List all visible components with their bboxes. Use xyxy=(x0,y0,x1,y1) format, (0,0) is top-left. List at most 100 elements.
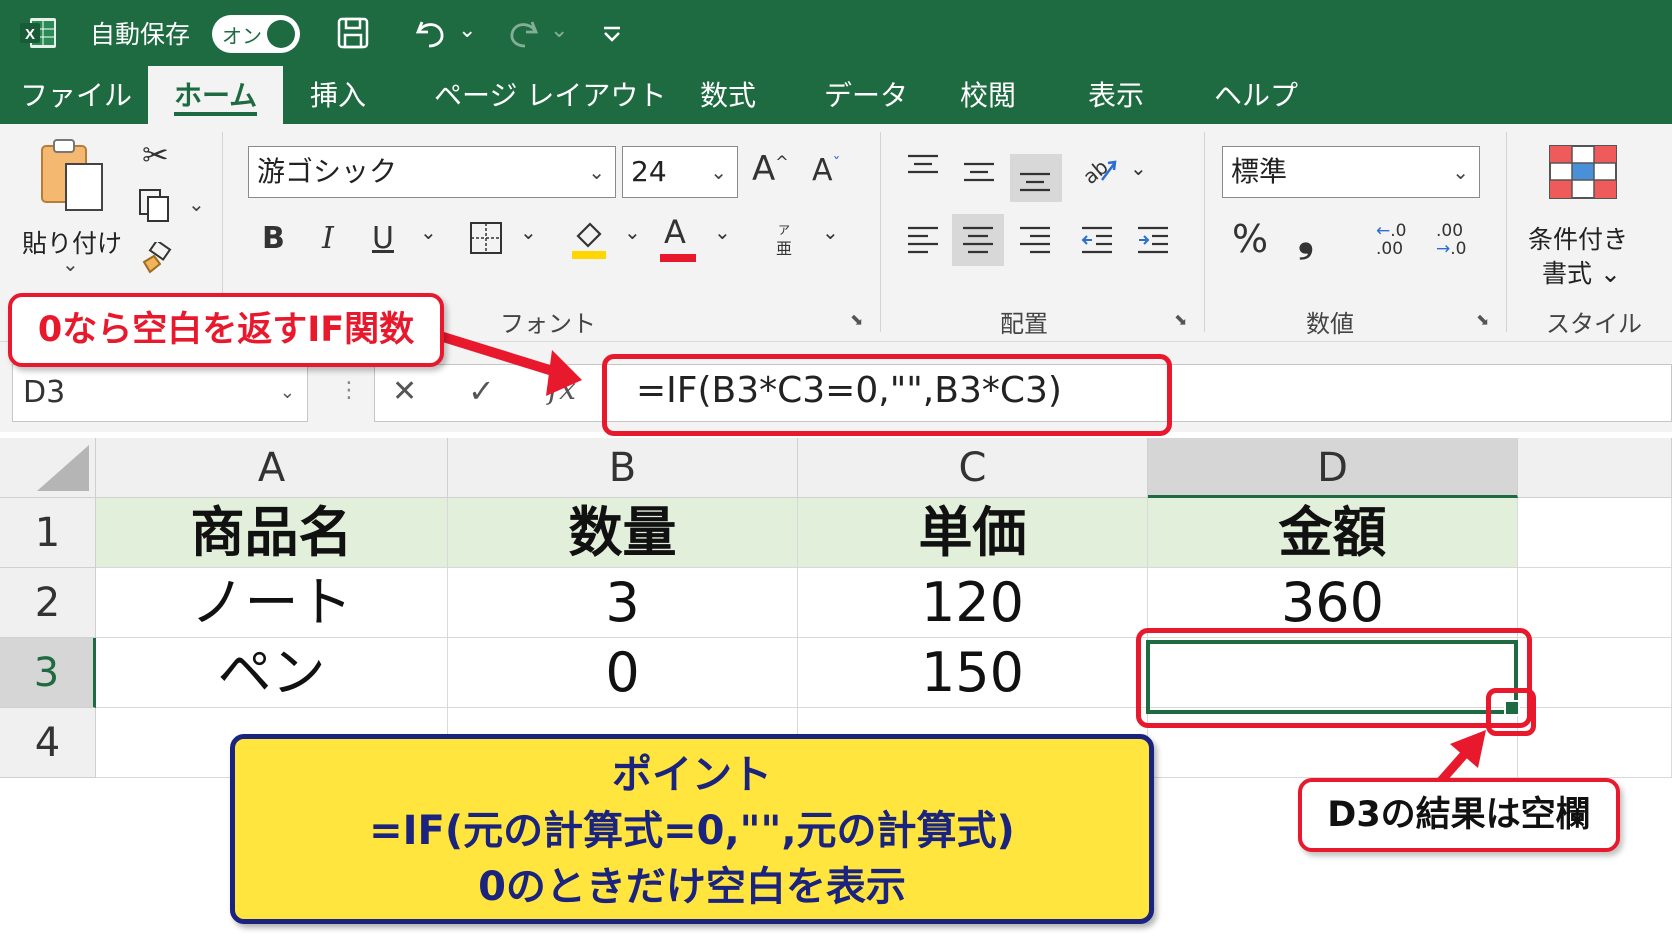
paste-dropdown-icon[interactable]: ⌄ xyxy=(62,252,79,276)
cell-c1[interactable]: 単価 xyxy=(798,498,1148,568)
undo-icon[interactable] xyxy=(414,16,448,50)
align-bottom-icon[interactable] xyxy=(1018,164,1052,196)
cell-e4[interactable] xyxy=(1518,708,1672,778)
italic-button[interactable]: I xyxy=(322,224,334,254)
chevron-down-icon: ⌄ xyxy=(1452,160,1469,184)
enter-icon[interactable]: ✓ xyxy=(468,372,495,410)
svg-text:亜: 亜 xyxy=(776,239,792,258)
tab-formulas[interactable]: 数式 xyxy=(700,66,756,124)
underline-button[interactable]: U xyxy=(372,224,394,254)
dialog-launcher-icon[interactable]: ⬊ xyxy=(850,310,863,329)
decrease-decimal-button[interactable]: .00 →.0 xyxy=(1436,222,1466,258)
cell-a2[interactable]: ノート xyxy=(96,568,448,638)
number-format-value: 標準 xyxy=(1231,155,1288,188)
tab-file[interactable]: ファイル xyxy=(20,66,132,124)
title-bar: X 自動保存 オン ⌄ ⌄ xyxy=(0,0,1672,66)
row-header-2[interactable]: 2 xyxy=(0,568,96,638)
paste-icon[interactable] xyxy=(38,138,108,214)
excel-icon[interactable]: X xyxy=(18,16,58,50)
increase-font-size-button[interactable]: A^ xyxy=(752,152,789,186)
align-middle-icon[interactable] xyxy=(962,158,996,188)
font-color-button[interactable]: A xyxy=(664,216,686,248)
redo-icon[interactable] xyxy=(506,16,540,50)
tab-insert[interactable]: 挿入 xyxy=(310,66,366,124)
column-header-b[interactable]: B xyxy=(448,438,798,498)
conditional-formatting-label-2[interactable]: 書式 ⌄ xyxy=(1542,254,1621,290)
tab-page-layout[interactable]: ページ レイアウト xyxy=(434,66,666,124)
percent-style-button[interactable]: % xyxy=(1232,220,1268,258)
point-description: 0のときだけ空白を表示 xyxy=(478,864,906,910)
customize-quick-access-icon[interactable] xyxy=(600,22,624,46)
font-size-dropdown[interactable]: 24 ⌄ xyxy=(622,146,738,198)
phonetic-guide-icon[interactable]: ア 亜 xyxy=(772,222,800,258)
bold-button[interactable]: B xyxy=(262,224,285,254)
select-all-corner[interactable] xyxy=(0,438,96,498)
row-header-1[interactable]: 1 xyxy=(0,498,96,568)
cut-icon[interactable]: ✂ xyxy=(142,136,169,174)
column-header-blank[interactable] xyxy=(1518,438,1672,498)
fill-color-icon[interactable] xyxy=(570,218,610,260)
decrease-indent-icon[interactable] xyxy=(1080,224,1114,256)
orientation-dropdown-icon[interactable]: ⌄ xyxy=(1130,158,1147,178)
cell-b2[interactable]: 3 xyxy=(448,568,798,638)
copy-dropdown-icon[interactable]: ⌄ xyxy=(188,192,205,216)
dialog-launcher-icon[interactable]: ⬊ xyxy=(1174,310,1187,329)
insert-function-icon[interactable]: fx xyxy=(548,372,576,407)
autosave-toggle[interactable]: オン xyxy=(212,15,300,53)
borders-dropdown-icon[interactable]: ⌄ xyxy=(520,222,537,242)
comma-style-button[interactable]: ❟ xyxy=(1298,218,1314,258)
chevron-down-icon: ⌄ xyxy=(710,160,727,184)
tab-review[interactable]: 校閲 xyxy=(960,66,1016,124)
tab-home-label: ホーム xyxy=(174,79,258,112)
column-header-c[interactable]: C xyxy=(798,438,1148,498)
align-left-icon[interactable] xyxy=(906,224,940,256)
cell-d1[interactable]: 金額 xyxy=(1148,498,1518,568)
undo-dropdown-icon[interactable]: ⌄ xyxy=(458,18,476,43)
number-format-dropdown[interactable]: 標準 ⌄ xyxy=(1222,146,1480,198)
decrease-font-size-button[interactable]: Aˇ xyxy=(812,156,841,186)
conditional-formatting-label[interactable]: 条件付き xyxy=(1528,220,1628,256)
divider xyxy=(1204,132,1205,332)
tab-data[interactable]: データ xyxy=(824,66,908,124)
borders-icon[interactable] xyxy=(468,220,504,256)
format-painter-icon[interactable] xyxy=(138,242,172,276)
tab-help[interactable]: ヘルプ xyxy=(1214,66,1298,124)
column-header-a[interactable]: A xyxy=(96,438,448,498)
cell-a3[interactable]: ペン xyxy=(96,638,448,708)
tab-home[interactable]: ホーム xyxy=(148,66,284,124)
fill-handle-highlight-frame xyxy=(1486,688,1536,736)
chevron-down-icon: ⌄ xyxy=(279,382,295,403)
cell-e3[interactable] xyxy=(1518,638,1672,708)
name-box-value: D3 xyxy=(23,375,66,410)
alignment-group-label: 配置 xyxy=(1000,310,1048,338)
fill-color-dropdown-icon[interactable]: ⌄ xyxy=(624,222,641,242)
font-name-dropdown[interactable]: 游ゴシック ⌄ xyxy=(248,146,616,198)
align-right-icon[interactable] xyxy=(1018,224,1052,256)
save-icon[interactable] xyxy=(336,16,370,50)
cell-b1[interactable]: 数量 xyxy=(448,498,798,568)
cell-c3[interactable]: 150 xyxy=(798,638,1148,708)
cell-c2[interactable]: 120 xyxy=(798,568,1148,638)
cancel-icon[interactable]: ✕ xyxy=(392,374,417,409)
align-center-icon[interactable] xyxy=(961,224,995,256)
align-top-icon[interactable] xyxy=(906,152,940,182)
cell-a1[interactable]: 商品名 xyxy=(96,498,448,568)
orientation-icon[interactable]: ab xyxy=(1080,150,1120,190)
redo-dropdown-icon[interactable]: ⌄ xyxy=(550,18,568,43)
name-box[interactable]: D3 ⌄ xyxy=(12,364,308,422)
cell-e2[interactable] xyxy=(1518,568,1672,638)
conditional-formatting-icon[interactable] xyxy=(1548,144,1618,200)
underline-dropdown-icon[interactable]: ⌄ xyxy=(420,222,437,242)
increase-decimal-button[interactable]: ←.0.00 xyxy=(1376,222,1406,258)
copy-icon[interactable] xyxy=(138,188,172,224)
tab-view[interactable]: 表示 xyxy=(1088,66,1144,124)
row-header-3[interactable]: 3 xyxy=(0,638,96,708)
phonetic-dropdown-icon[interactable]: ⌄ xyxy=(822,222,839,242)
row-header-4[interactable]: 4 xyxy=(0,708,96,778)
font-color-dropdown-icon[interactable]: ⌄ xyxy=(714,222,731,242)
increase-indent-icon[interactable] xyxy=(1136,224,1170,256)
cell-e1[interactable] xyxy=(1518,498,1672,568)
cell-b3[interactable]: 0 xyxy=(448,638,798,708)
column-header-d[interactable]: D xyxy=(1148,438,1518,498)
dialog-launcher-icon[interactable]: ⬊ xyxy=(1476,310,1489,329)
